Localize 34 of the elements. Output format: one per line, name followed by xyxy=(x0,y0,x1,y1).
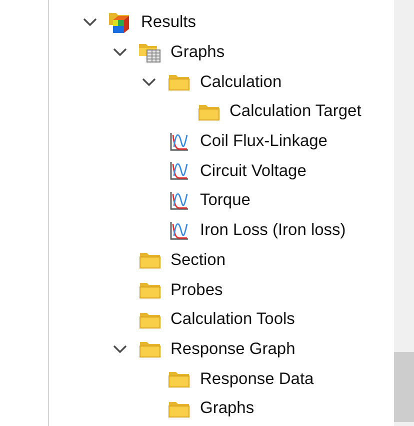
folder-icon xyxy=(138,340,160,358)
folder-icon xyxy=(168,370,190,388)
folder-icon xyxy=(138,251,160,270)
scrollbar[interactable] xyxy=(394,0,414,426)
chevron-down-icon[interactable] xyxy=(112,48,126,58)
folder-icon xyxy=(138,310,160,329)
tree-item[interactable]: Graphs xyxy=(200,399,254,418)
folder-icon xyxy=(198,102,220,121)
tree-item[interactable]: Iron Loss (Iron loss) xyxy=(200,221,346,240)
folder-icon xyxy=(168,73,190,92)
graph-icon xyxy=(169,132,189,152)
tree-item[interactable]: Calculation Target xyxy=(230,102,362,122)
tree-item[interactable]: Response Data xyxy=(200,370,314,389)
folder-table-icon xyxy=(138,42,162,63)
folder-icon xyxy=(138,281,160,300)
graph-icon xyxy=(169,161,189,182)
folder-icon xyxy=(168,400,190,418)
tree-item[interactable]: Results xyxy=(141,13,196,32)
tree-item[interactable]: Coil Flux-Linkage xyxy=(200,132,328,152)
cube-folder-icon xyxy=(108,12,132,34)
graph-icon xyxy=(169,190,189,211)
tree-item[interactable]: Response Graph xyxy=(170,340,296,359)
tree-item[interactable]: Torque xyxy=(200,191,250,210)
tree-item[interactable]: Calculation Tools xyxy=(170,310,295,330)
chevron-down-icon[interactable] xyxy=(83,18,97,28)
chevron-down-icon[interactable] xyxy=(112,344,126,354)
tree-item[interactable]: Graphs xyxy=(170,43,225,62)
tree-item[interactable]: Section xyxy=(170,250,226,270)
tree-item[interactable]: Calculation xyxy=(200,72,282,92)
chevron-down-icon[interactable] xyxy=(142,78,156,87)
graph-icon xyxy=(169,220,189,241)
scrollbar-thumb[interactable] xyxy=(394,352,414,422)
tree-item[interactable]: Circuit Voltage xyxy=(200,162,306,181)
tree-item[interactable]: Probes xyxy=(170,280,223,300)
